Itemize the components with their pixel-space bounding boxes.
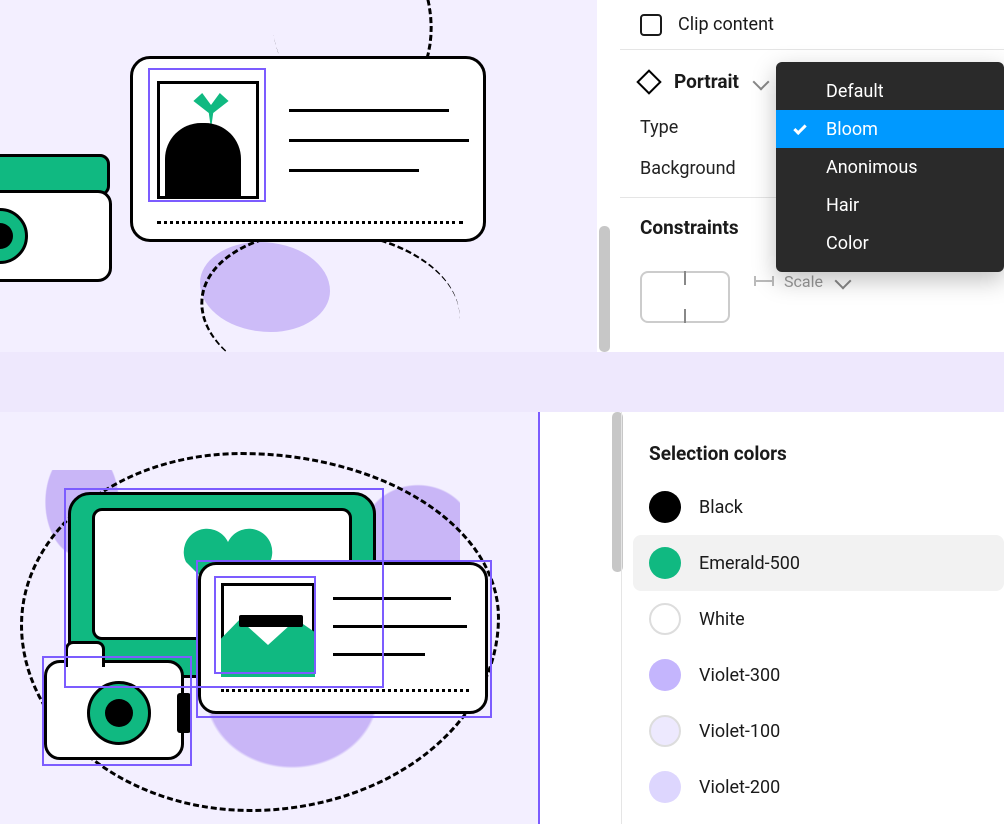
selection-box[interactable]	[214, 576, 316, 674]
canvas-top[interactable]	[0, 0, 597, 352]
color-label: White	[699, 609, 745, 630]
color-swatch[interactable]	[649, 491, 681, 523]
background-label: Background	[640, 158, 736, 179]
color-swatch[interactable]	[649, 603, 681, 635]
selection-colors-title: Selection colors	[633, 412, 1004, 479]
dropdown-item-color[interactable]: Color	[776, 224, 1004, 262]
constraints-box-icon[interactable]	[640, 271, 730, 323]
color-swatch[interactable]	[649, 659, 681, 691]
chevron-down-icon	[834, 273, 851, 290]
color-row-violet-200[interactable]: Violet-200	[633, 759, 1004, 815]
dropdown-item-label: Color	[826, 233, 869, 254]
color-row-emerald-500[interactable]: Emerald-500	[633, 535, 1004, 591]
scale-label: Scale	[784, 272, 823, 291]
dropdown-item-label: Default	[826, 81, 884, 102]
type-dropdown-menu[interactable]: Default Bloom Anonimous Hair Color	[776, 62, 1004, 272]
camera-illustration	[0, 190, 112, 282]
scrollbar[interactable]	[599, 226, 610, 352]
color-swatch[interactable]	[649, 715, 681, 747]
chevron-down-icon	[752, 73, 769, 90]
dropdown-item-hair[interactable]: Hair	[776, 186, 1004, 224]
variant-icon	[636, 69, 661, 94]
scale-dropdown[interactable]: Scale	[754, 272, 849, 291]
dropdown-item-label: Anonimous	[826, 157, 918, 178]
checkbox-unchecked-icon[interactable]	[640, 14, 662, 36]
color-row-violet-300[interactable]: Violet-300	[633, 647, 1004, 703]
dropdown-item-label: Hair	[826, 195, 859, 216]
color-row-black[interactable]: Black	[633, 479, 1004, 535]
color-label: Violet-300	[699, 665, 780, 686]
color-swatch[interactable]	[649, 547, 681, 579]
color-label: Emerald-500	[699, 553, 800, 574]
color-label: Violet-100	[699, 721, 780, 742]
dropdown-item-default[interactable]: Default	[776, 72, 1004, 110]
dropdown-item-anonimous[interactable]: Anonimous	[776, 148, 1004, 186]
variant-section-label: Portrait	[674, 70, 739, 93]
clip-content-label: Clip content	[678, 14, 774, 35]
selection-box[interactable]	[148, 68, 266, 202]
constraints-label: Constraints	[640, 216, 739, 239]
check-icon	[793, 122, 806, 135]
horizontal-arrow-icon	[754, 280, 774, 282]
dropdown-item-bloom[interactable]: Bloom	[776, 110, 1004, 148]
color-row-violet-100[interactable]: Violet-100	[633, 703, 1004, 759]
color-row-white[interactable]: White	[633, 591, 1004, 647]
color-label: Black	[699, 497, 743, 518]
type-label: Type	[640, 117, 678, 138]
color-swatch[interactable]	[649, 771, 681, 803]
clip-content-row[interactable]: Clip content	[620, 0, 1004, 50]
separator-band	[0, 352, 1004, 412]
selection-colors-panel: Selection colors Black Emerald-500 White…	[633, 412, 1004, 824]
selection-box[interactable]	[42, 656, 192, 766]
color-label: Violet-200	[699, 777, 780, 798]
canvas-bottom[interactable]	[0, 412, 540, 824]
dropdown-item-label: Bloom	[826, 119, 878, 140]
